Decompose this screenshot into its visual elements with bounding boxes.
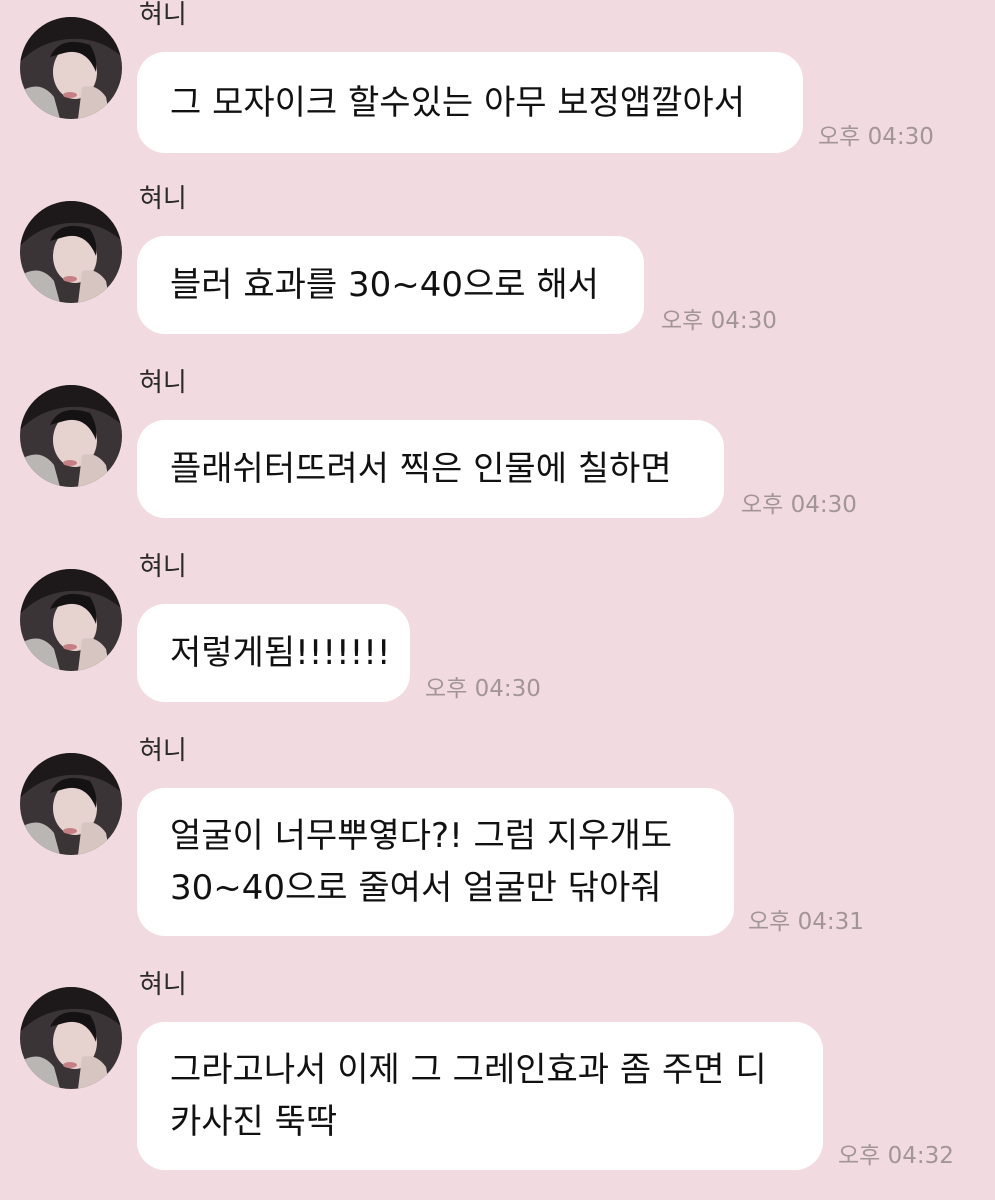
sender-name: 혀니	[139, 970, 187, 1000]
avatar[interactable]	[20, 753, 122, 855]
sender-name: 혀니	[139, 0, 187, 30]
sender-name: 혀니	[139, 736, 187, 766]
message-bubble[interactable]: 얼굴이 너무뿌옇다?! 그럼 지우개도 30~40으로 줄여서 얼굴만 닦아줘	[137, 788, 734, 936]
message-text: 플래쉬터뜨려서 찍은 인물에 칠하면	[170, 449, 672, 489]
message-text: 30~40으로 줄여서 얼굴만 닦아줘	[170, 868, 662, 908]
avatar[interactable]	[20, 987, 122, 1089]
message-bubble[interactable]: 그 모자이크 할수있는 아무 보정앱깔아서	[137, 52, 803, 153]
message-time: 오후 04:30	[661, 308, 777, 334]
sender-name: 혀니	[139, 552, 187, 582]
chat-area[interactable]: 혀니 그 모자이크 할수있는 아무 보정앱깔아서 오후 04:30 혀니 블러 …	[0, 0, 995, 1200]
message-bubble[interactable]: 블러 효과를 30~40으로 해서	[137, 236, 644, 334]
message-text: 그 모자이크 할수있는 아무 보정앱깔아서	[170, 82, 745, 123]
message-time: 오후 04:31	[748, 909, 864, 935]
message-text: 얼굴이 너무뿌옇다?! 그럼 지우개도	[170, 816, 673, 856]
message-text: 블러 효과를 30~40으로 해서	[170, 265, 599, 305]
message-text: 저렇게됨!!!!!!!	[170, 633, 391, 673]
avatar[interactable]	[20, 385, 122, 487]
message-bubble[interactable]: 플래쉬터뜨려서 찍은 인물에 칠하면	[137, 420, 724, 518]
sender-name: 혀니	[139, 368, 187, 398]
message-text: 그라고나서 이제 그 그레인효과 좀 주면 디	[170, 1050, 767, 1090]
avatar[interactable]	[20, 569, 122, 671]
message-bubble[interactable]: 저렇게됨!!!!!!!	[137, 604, 410, 702]
sender-name: 혀니	[139, 184, 187, 214]
message-text: 카사진 뚝딱	[170, 1102, 338, 1142]
avatar[interactable]	[20, 201, 122, 303]
message-bubble[interactable]: 그라고나서 이제 그 그레인효과 좀 주면 디 카사진 뚝딱	[137, 1022, 823, 1170]
message-time: 오후 04:32	[838, 1143, 954, 1169]
avatar[interactable]	[20, 17, 122, 119]
message-time: 오후 04:30	[818, 124, 934, 150]
message-time: 오후 04:30	[741, 492, 857, 518]
message-time: 오후 04:30	[425, 676, 541, 702]
